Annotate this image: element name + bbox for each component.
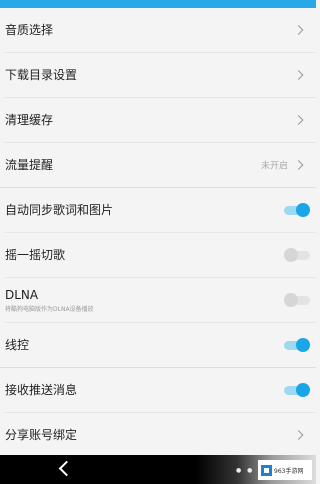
settings-list: 音质选择 下载目录设置 清理缓存 流量提醒 未开启 自动同步歌词和图片 摇一摇切…	[0, 8, 316, 457]
shake-switch-toggle[interactable]	[284, 248, 310, 262]
chevron-right-icon	[293, 70, 304, 80]
watermark-logo-icon	[261, 464, 272, 476]
watermark-text: 963手游网	[274, 467, 304, 475]
toggle-knob	[284, 248, 298, 262]
settings-item-shake-to-switch: 摇一摇切歌	[0, 233, 316, 277]
chevron-right-icon	[293, 160, 304, 170]
settings-item-label: 清理缓存	[5, 113, 54, 127]
settings-item-audio-quality[interactable]: 音质选择	[0, 8, 316, 52]
auto-sync-toggle[interactable]	[284, 203, 310, 217]
settings-item-push-messages: 接收推送消息	[0, 368, 316, 412]
back-icon[interactable]	[58, 460, 75, 477]
toggle-knob	[296, 203, 310, 217]
chevron-right-icon	[293, 25, 304, 35]
toggle-knob	[296, 383, 310, 397]
settings-item-auto-sync-lyrics: 自动同步歌词和图片	[0, 188, 316, 232]
settings-item-download-directory[interactable]: 下载目录设置	[0, 53, 316, 97]
toggle-knob	[296, 338, 310, 352]
settings-item-sublabel: 将酷狗电脑版作为DLNA设备播放	[5, 305, 94, 313]
settings-item-label: 摇一摇切歌	[5, 248, 66, 262]
settings-item-label: 下载目录设置	[5, 68, 78, 82]
settings-item-label: 流量提醒	[5, 158, 54, 172]
chevron-right-icon	[293, 115, 304, 125]
system-navigation-bar: ● ● 963手游网	[0, 455, 316, 484]
wire-control-toggle[interactable]	[284, 338, 310, 352]
settings-item-label: DLNA	[5, 287, 39, 302]
settings-item-label: 音质选择	[5, 23, 54, 37]
settings-item-share-account-binding[interactable]: 分享账号绑定	[0, 413, 316, 457]
settings-item-label: 接收推送消息	[5, 383, 78, 397]
watermark-logo: 963手游网	[258, 460, 312, 480]
settings-item-text: DLNA 将酷狗电脑版作为DLNA设备播放	[5, 288, 94, 313]
settings-item-traffic-reminder[interactable]: 流量提醒 未开启	[0, 143, 316, 187]
settings-item-value: 未开启	[260, 161, 288, 172]
chevron-right-icon	[293, 430, 304, 440]
settings-item-dlna: DLNA 将酷狗电脑版作为DLNA设备播放	[0, 278, 316, 322]
dlna-toggle[interactable]	[284, 293, 310, 307]
settings-item-label: 自动同步歌词和图片	[5, 203, 114, 217]
settings-item-label: 分享账号绑定	[5, 428, 78, 442]
toggle-knob	[284, 293, 298, 307]
push-messages-toggle[interactable]	[284, 383, 310, 397]
settings-item-wire-control: 线控	[0, 323, 316, 367]
more-dots-icon: ● ●	[236, 467, 255, 474]
settings-item-label: 线控	[5, 338, 30, 352]
status-bar-accent	[0, 0, 316, 8]
settings-item-clear-cache[interactable]: 清理缓存	[0, 98, 316, 142]
